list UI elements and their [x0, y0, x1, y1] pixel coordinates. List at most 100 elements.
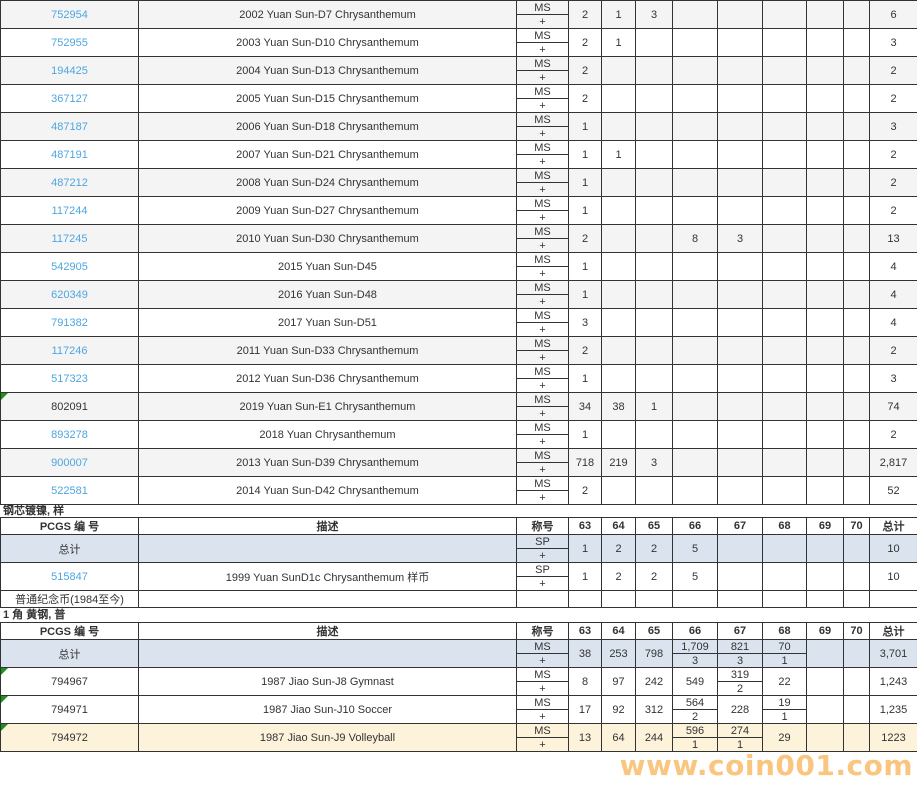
grade-cell-66 — [673, 337, 718, 365]
designation-cell-top: SP — [517, 535, 569, 549]
total-cell: 10 — [870, 563, 917, 591]
pcgs-number-link[interactable]: 900007 — [1, 449, 139, 477]
grade-cell-63: 2 — [569, 1, 602, 29]
description-cell: 2003 Yuan Sun-D10 Chrysanthemum — [139, 29, 517, 57]
change-marker-icon — [1, 668, 8, 675]
pcgs-number-cell: 794971 — [1, 696, 139, 724]
pcgs-number-link[interactable]: 752954 — [1, 1, 139, 29]
grade-cell-70 — [844, 281, 870, 309]
table-row: 1944252004 Yuan Sun-D13 ChrysanthemumMS2… — [1, 57, 917, 71]
designation-cell-plus: + — [517, 43, 569, 57]
pcgs-number-link[interactable]: 620349 — [1, 281, 139, 309]
designation-cell-plus: + — [517, 71, 569, 85]
pcgs-number-link[interactable]: 752955 — [1, 29, 139, 57]
grade-cell-63: 2 — [569, 85, 602, 113]
grade-cell-66-top: 1,709 — [673, 640, 718, 654]
col-header-grade-64: 64 — [602, 518, 636, 535]
description-cell: 1987 Jiao Sun-J9 Volleyball — [139, 724, 517, 752]
grade-cell-67 — [718, 141, 763, 169]
pcgs-number-link[interactable]: 791382 — [1, 309, 139, 337]
change-marker-icon — [1, 696, 8, 703]
designation-cell-top: MS — [517, 1, 569, 15]
table-row: 7949711987 Jiao Sun-J10 SoccerMS17923125… — [1, 696, 917, 710]
total-cell: 3 — [870, 113, 917, 141]
empty-cell — [718, 591, 763, 608]
grade-cell-65 — [636, 113, 673, 141]
total-cell: 1,235 — [870, 696, 917, 724]
col-header-grade-66: 66 — [673, 623, 718, 640]
grade-cell-63: 1 — [569, 281, 602, 309]
grade-cell-63: 3 — [569, 309, 602, 337]
description-cell: 2016 Yuan Sun-D48 — [139, 281, 517, 309]
grade-cell-66 — [673, 365, 718, 393]
designation-cell-plus: + — [517, 577, 569, 591]
designation-cell-top: MS — [517, 449, 569, 463]
col-header-grade-63: 63 — [569, 518, 602, 535]
grade-cell-68 — [763, 197, 807, 225]
designation-cell-plus: + — [517, 491, 569, 505]
grade-cell-64: 1 — [602, 29, 636, 57]
grade-cell-70 — [844, 197, 870, 225]
pcgs-number-link[interactable]: 194425 — [1, 57, 139, 85]
grade-cell-70 — [844, 696, 870, 724]
grade-cell-68: 22 — [763, 668, 807, 696]
designation-cell-top: MS — [517, 477, 569, 491]
description-cell: 2007 Yuan Sun-D21 Chrysanthemum — [139, 141, 517, 169]
designation-cell-top: MS — [517, 169, 569, 183]
pcgs-number-link[interactable]: 487191 — [1, 141, 139, 169]
designation-cell-top: MS — [517, 724, 569, 738]
grade-cell-67: 3 — [718, 225, 763, 253]
grade-cell-69 — [807, 141, 844, 169]
grade-cell-66 — [673, 393, 718, 421]
col-header-grade-63: 63 — [569, 623, 602, 640]
col-header-grade-67: 67 — [718, 518, 763, 535]
pcgs-number-link[interactable]: 117246 — [1, 337, 139, 365]
pcgs-number-link[interactable]: 515847 — [1, 563, 139, 591]
grade-cell-65 — [636, 57, 673, 85]
pcgs-number-link[interactable]: 117244 — [1, 197, 139, 225]
total-cell: 52 — [870, 477, 917, 505]
col-header-designation: 称号 — [517, 623, 569, 640]
grade-cell-64 — [602, 85, 636, 113]
pcgs-number-link[interactable]: 542905 — [1, 253, 139, 281]
grade-cell-70 — [844, 29, 870, 57]
grade-cell-66 — [673, 421, 718, 449]
pcgs-number-link[interactable]: 522581 — [1, 477, 139, 505]
col-header-total: 总计 — [870, 518, 917, 535]
watermark: www.coin001.com — [620, 749, 913, 782]
description-cell — [139, 535, 517, 563]
designation-cell-top: MS — [517, 253, 569, 267]
grade-cell-64: 2 — [602, 563, 636, 591]
grade-cell-66: 549 — [673, 668, 718, 696]
grade-cell-66 — [673, 449, 718, 477]
grade-cell-68 — [763, 309, 807, 337]
change-marker-icon — [1, 393, 8, 400]
specimen-sp-table: PCGS 编 号描述称号6364656667686970总计总计SP122510… — [0, 517, 917, 608]
grade-cell-64: 219 — [602, 449, 636, 477]
grade-cell-64: 253 — [602, 640, 636, 668]
grade-cell-63: 1 — [569, 365, 602, 393]
pcgs-number-link[interactable]: 487187 — [1, 113, 139, 141]
empty-cell — [636, 591, 673, 608]
pcgs-number-link[interactable]: 893278 — [1, 421, 139, 449]
designation-cell-top: MS — [517, 309, 569, 323]
col-header-designation: 称号 — [517, 518, 569, 535]
pcgs-number-cell: 总计 — [1, 640, 139, 668]
grade-cell-66-top: 564 — [673, 696, 718, 710]
col-header-total: 总计 — [870, 623, 917, 640]
grade-cell-64: 92 — [602, 696, 636, 724]
grade-cell-66 — [673, 29, 718, 57]
grade-cell-65: 798 — [636, 640, 673, 668]
grade-cell-64 — [602, 365, 636, 393]
grade-cell-69 — [807, 477, 844, 505]
pcgs-number-link[interactable]: 117245 — [1, 225, 139, 253]
pcgs-number-link[interactable]: 367127 — [1, 85, 139, 113]
grade-cell-63: 1 — [569, 535, 602, 563]
grade-cell-69 — [807, 281, 844, 309]
grade-cell-67 — [718, 337, 763, 365]
pcgs-number-link[interactable]: 517323 — [1, 365, 139, 393]
pcgs-number-link[interactable]: 487212 — [1, 169, 139, 197]
description-cell: 2015 Yuan Sun-D45 — [139, 253, 517, 281]
description-cell: 2006 Yuan Sun-D18 Chrysanthemum — [139, 113, 517, 141]
grade-cell-65 — [636, 169, 673, 197]
